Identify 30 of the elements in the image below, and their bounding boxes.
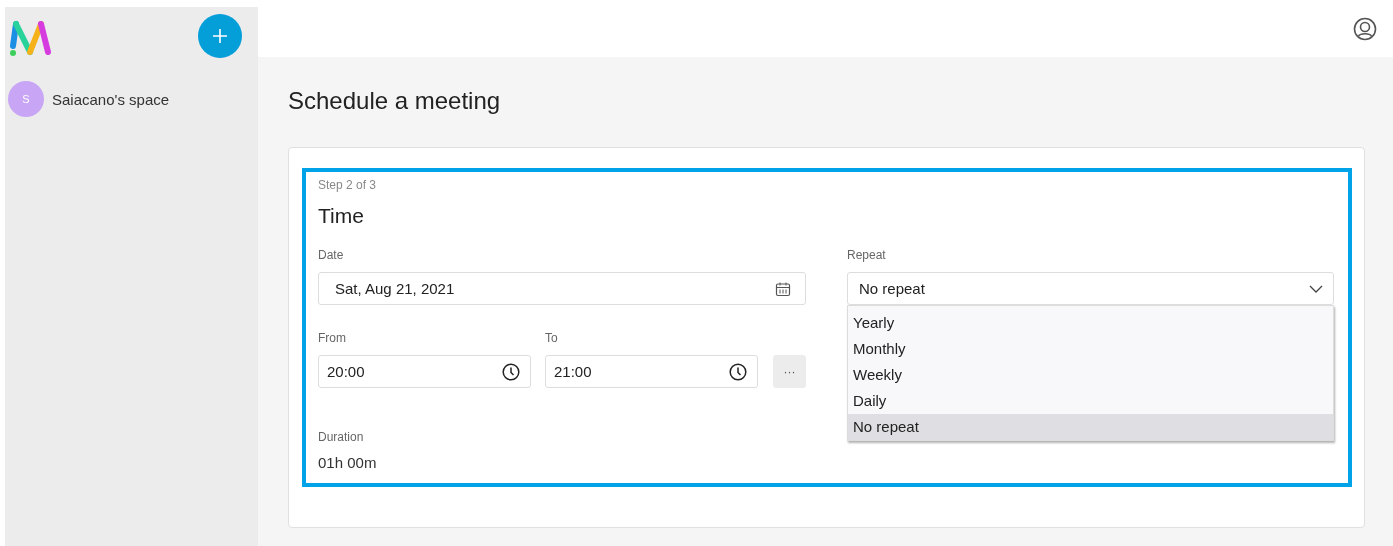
calendar-icon xyxy=(775,280,791,297)
field-label: Duration xyxy=(318,430,365,446)
clock-icon xyxy=(729,362,747,381)
clock-icon xyxy=(502,362,520,381)
avatar: S xyxy=(8,81,44,117)
field-label: To xyxy=(545,331,559,347)
dropdown-option[interactable]: Weekly xyxy=(848,362,1333,388)
duration-value: 01h 00m xyxy=(318,454,378,471)
space-name: Saiacano's space xyxy=(52,90,170,108)
repeat-select[interactable]: No repeat xyxy=(847,272,1334,305)
field-label: Repeat xyxy=(847,248,887,264)
time-field[interactable]: 21:00 xyxy=(545,355,758,388)
date-field[interactable]: Sat, Aug 21, 2021 xyxy=(318,272,806,305)
more-button[interactable]: ··· xyxy=(773,355,806,388)
add-button[interactable] xyxy=(198,14,242,58)
dropdown-option[interactable]: Daily xyxy=(848,388,1333,414)
logo-icon xyxy=(8,18,52,58)
dropdown-option[interactable]: No repeat xyxy=(848,414,1333,440)
user-icon[interactable] xyxy=(1353,16,1377,41)
time-field[interactable]: 20:00 xyxy=(318,355,531,388)
dropdown-option[interactable]: Monthly xyxy=(848,336,1333,362)
space-item[interactable]: S Saiacano's space xyxy=(5,80,258,118)
step-title: Time xyxy=(318,204,365,229)
dropdown-option[interactable]: Yearly xyxy=(848,310,1333,336)
plus-icon xyxy=(212,28,228,44)
field-label: Date xyxy=(318,248,345,264)
chevron-down-icon xyxy=(1309,284,1323,293)
step-counter: Step 2 of 3 xyxy=(318,178,378,192)
field-label: From xyxy=(318,331,347,347)
page-title: Schedule a meeting xyxy=(288,87,502,116)
